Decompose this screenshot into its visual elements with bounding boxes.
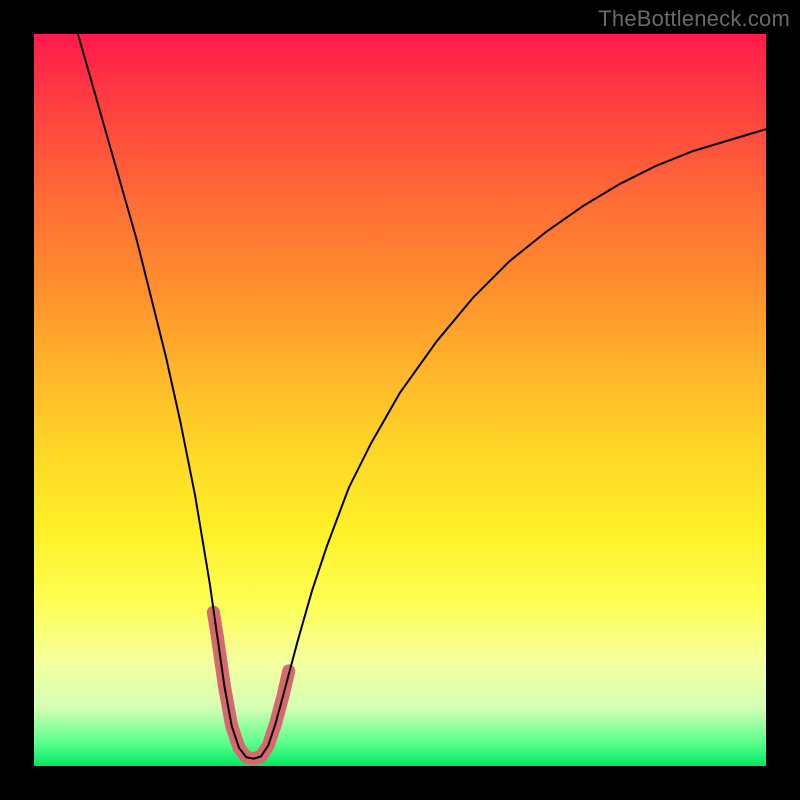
plot-area — [34, 34, 766, 766]
chart-svg — [34, 34, 766, 766]
watermark-label: TheBottleneck.com — [598, 6, 790, 32]
bottleneck-curve-path — [78, 34, 766, 759]
chart-frame: TheBottleneck.com — [0, 0, 800, 800]
